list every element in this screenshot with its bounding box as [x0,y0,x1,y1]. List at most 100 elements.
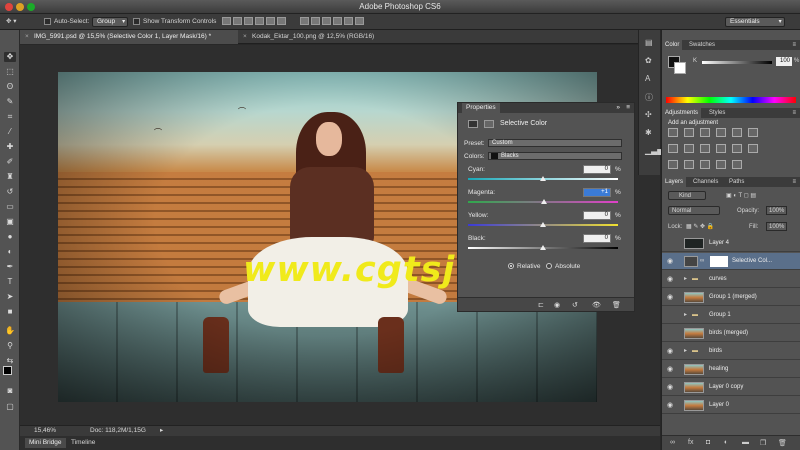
layer-row[interactable]: ◉ Layer 0 [662,397,800,414]
hue-saturation-icon[interactable] [668,144,678,153]
workspace-dropdown[interactable]: Essentials [725,17,785,27]
dodge-tool-icon[interactable]: ◐ [4,247,16,257]
new-adjustment-icon[interactable]: ◐ [724,439,728,446]
relative-radio[interactable] [508,263,514,269]
history-icon[interactable]: ▤ [645,38,653,47]
foreground-color-swatch[interactable] [3,366,12,375]
character-icon[interactable]: A [645,74,650,83]
shape-tool-icon[interactable]: ■ [4,307,16,317]
black-slider-thumb[interactable] [540,245,546,250]
reset-icon[interactable]: ↺ [572,301,578,309]
tab-paths[interactable]: Paths [726,177,747,187]
auto-select-checkbox[interactable]: Auto-Select: [44,17,89,27]
auto-select-dropdown[interactable]: Group [92,17,129,27]
delete-layer-icon[interactable]: 🗑 [778,439,787,447]
eye-icon[interactable]: ◉ [667,253,673,270]
filter-icons[interactable]: ▣ ◐ T ◻ ▤ [726,190,756,202]
eye-icon[interactable]: ◉ [667,397,673,414]
layer-row[interactable]: birds (merged) [662,325,800,342]
visibility-icon[interactable]: 👁 [592,301,601,309]
mask-icon[interactable] [484,120,494,128]
link-layers-icon[interactable]: ∞ [670,439,675,446]
eye-icon[interactable]: ◉ [667,271,673,288]
selective-color-adj-icon[interactable] [716,160,726,169]
eye-icon[interactable]: ◉ [667,289,673,306]
history-brush-tool-icon[interactable]: ↺ [4,187,16,197]
eraser-tool-icon[interactable]: ▭ [4,202,16,212]
eyedropper-tool-icon[interactable]: ⁄ [4,127,16,137]
path-select-tool-icon[interactable]: ➤ [4,292,16,302]
panel-menu-icon[interactable]: ≡ [789,40,799,50]
tab-adjustments[interactable]: Adjustments [662,108,702,118]
eye-icon[interactable]: ◉ [667,379,673,396]
zoom-level[interactable]: 15,46% [34,426,56,436]
layer-mask-thumbnail[interactable] [710,256,728,267]
clone-source-icon[interactable]: ✱ [645,128,652,137]
color-spectrum-bar[interactable] [666,97,796,103]
tab-timeline[interactable]: Timeline [67,438,99,448]
brush-presets-icon[interactable]: ✿ [645,56,652,65]
add-mask-icon[interactable]: ◘ [706,439,710,446]
layer-row[interactable]: Layer 4 [662,235,800,252]
background-swatch[interactable] [674,62,686,74]
info-icon[interactable]: ⓘ [645,92,653,103]
curves-icon[interactable] [700,128,710,137]
magenta-value[interactable]: +1 [583,188,611,197]
layer-row[interactable]: ◉ Layer 0 copy [662,379,800,396]
clone-stamp-tool-icon[interactable]: ♜ [4,172,16,182]
default-colors-icon[interactable]: ⇆ [4,356,16,366]
brush-tool-icon[interactable]: ✐ [4,157,16,167]
exposure-icon[interactable] [716,128,726,137]
layer-style-icon[interactable]: fx [688,439,693,446]
expand-arrow-icon[interactable]: ▸ [684,307,687,324]
layer-row[interactable]: ▸ ▬ Group 1 [662,307,800,324]
tab-layers[interactable]: Layers [662,177,687,187]
lasso-tool-icon[interactable]: ʘ [4,82,16,92]
yellow-slider-thumb[interactable] [540,222,546,227]
gradient-map-adj-icon[interactable] [732,160,742,169]
pen-tool-icon[interactable]: ✒ [4,262,16,272]
doc-info[interactable]: Doc: 118,2M/1,15G [90,426,146,436]
black-value[interactable]: 0 [583,234,611,243]
color-lookup-icon[interactable] [748,144,758,153]
lock-icons[interactable]: ▦ ✎ ✥ 🔒 [686,221,714,233]
layer-row[interactable]: ◉ ∞ Selective Col... [662,253,800,270]
threshold-icon[interactable] [700,160,710,169]
tab-styles[interactable]: Styles [706,108,728,118]
properties-tab[interactable]: Properties [462,103,500,113]
quick-mask-icon[interactable]: ◙ [4,386,16,396]
colors-dropdown[interactable]: Blacks [488,152,622,160]
levels-icon[interactable] [684,128,694,137]
status-menu-icon[interactable]: ▸ [160,426,163,436]
eye-icon[interactable]: ◉ [667,343,673,360]
layer-row[interactable]: ◉ ▸ ▬ birds [662,343,800,360]
tab-channels[interactable]: Channels [690,177,721,187]
crop-tool-icon[interactable]: ⌗ [4,112,16,122]
move-tool-icon[interactable]: ✥ [4,52,16,62]
vibrance-icon[interactable] [732,128,742,137]
expand-arrow-icon[interactable]: ▸ [684,343,687,360]
cyan-slider-thumb[interactable] [540,176,546,181]
eye-icon[interactable]: ◉ [667,361,673,378]
clip-to-layer-icon[interactable]: ⊏ [538,301,544,309]
close-tab-icon[interactable]: × [243,30,247,44]
brightness-icon[interactable] [668,128,678,137]
k-value[interactable]: 100 [776,57,792,66]
gradient-tool-icon[interactable]: ▣ [4,217,16,227]
layer-row[interactable]: ◉ healing [662,361,800,378]
close-tab-icon[interactable]: × [25,30,29,44]
panel-menu-icon[interactable]: ≡ [789,177,799,187]
distribute-buttons[interactable] [300,17,366,27]
tab-img-5991[interactable]: × IMG_5991.psd @ 15,5% (Selective Color … [20,30,238,44]
align-buttons[interactable] [222,17,288,27]
layer-row[interactable]: ◉ Group 1 (merged) [662,289,800,306]
magenta-slider-thumb[interactable] [540,199,547,204]
preset-dropdown[interactable]: Custom [488,139,622,147]
tool-presets-icon[interactable]: ✣ [645,110,652,119]
opacity-value[interactable]: 100% [766,206,788,215]
type-tool-icon[interactable]: T [4,277,16,287]
zoom-tool-icon[interactable]: ⚲ [4,341,16,351]
absolute-radio[interactable] [546,263,552,269]
tab-kodak-ektar[interactable]: × Kodak_Ektar_100.png @ 12,5% (RGB/16) [238,30,388,44]
fill-value[interactable]: 100% [766,222,788,231]
